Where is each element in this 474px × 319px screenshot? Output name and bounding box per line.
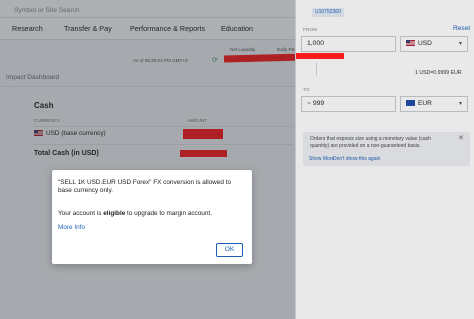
dialog-message: "SELL 1K USD.EUR USD Forex" FX conversio… — [58, 179, 232, 195]
dialog-eligibility-text: Your account is eligible to upgrade to m… — [58, 210, 212, 217]
panel-tint — [295, 0, 474, 319]
redaction-bar — [296, 53, 344, 59]
eligible-suffix: to upgrade to margin account. — [125, 210, 212, 217]
eligible-prefix: Your account is — [58, 210, 104, 217]
ok-button[interactable]: OK — [216, 243, 243, 257]
eligible-word: eligible — [103, 210, 126, 217]
fx-error-dialog: "SELL 1K USD.EUR USD Forex" FX conversio… — [52, 170, 252, 264]
more-info-link[interactable]: More Info — [58, 224, 85, 231]
app-window: Symbol or Site Search Research Transfer … — [0, 0, 474, 319]
